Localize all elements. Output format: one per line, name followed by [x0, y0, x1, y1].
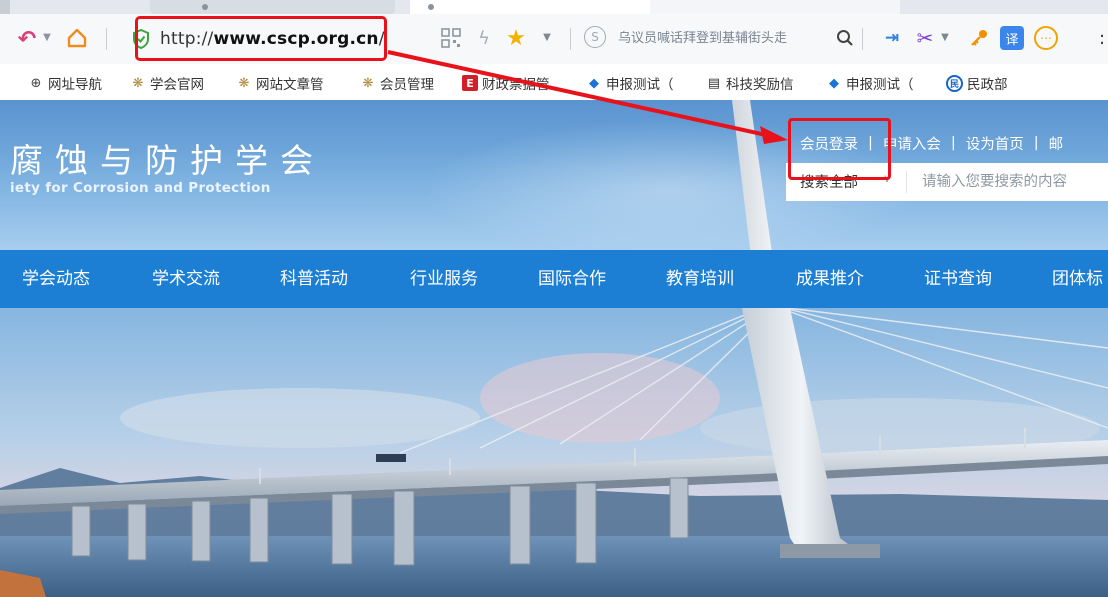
bookmarks-bar: ⊕ 网址导航 ❋ 学会官网 ❋ 网站文章管 ❋ 会员管理 E 财政票据管 ◆ 申报测试（ ▤… — [0, 64, 1108, 101]
bookmark-item[interactable]: ❋ 学会官网 — [130, 72, 204, 94]
toolbar-divider — [570, 28, 571, 50]
qr-code-icon[interactable] — [440, 27, 462, 49]
bookmark-item[interactable]: E 财政票据管 — [462, 72, 550, 94]
bookmark-label: 财政票据管 — [482, 77, 550, 93]
lightning-icon[interactable]: ϟ — [474, 26, 494, 50]
more-options-icon[interactable]: ⋯ — [1034, 26, 1058, 50]
login-highlight-box — [788, 118, 891, 180]
hero-banner-image — [0, 308, 1108, 597]
nav-item-international[interactable]: 国际合作 — [538, 267, 606, 291]
link-divider: | — [950, 135, 956, 151]
translate-icon[interactable]: 译 — [1000, 26, 1024, 50]
site-header: 腐蚀与防护学会 iety for Corrosion and Protectio… — [0, 100, 1108, 570]
site-title: 腐蚀与防护学会 — [10, 141, 325, 180]
bookmark-label: 学会官网 — [150, 77, 204, 93]
bookmark-item[interactable]: 民民政部 — [946, 72, 1008, 94]
bookmark-label: 会员管理 — [380, 77, 434, 93]
browser-tab-active[interactable] — [410, 0, 650, 14]
browser-tab-strip — [0, 0, 1108, 14]
search-divider — [906, 171, 907, 193]
diamond-icon: ◆ — [589, 75, 599, 91]
nav-item-society-news[interactable]: 学会动态 — [22, 267, 90, 291]
bookmark-item[interactable]: ◆ 申报测试（ — [586, 72, 674, 94]
overflow-icon[interactable]: : — [1096, 26, 1108, 50]
screenshot-root: ↶ ▼ http://www.cscp.org.cn/ ϟ ★ ▼ S 乌议员喊… — [0, 0, 1108, 597]
apply-membership-link[interactable]: 申请入会 — [883, 133, 941, 154]
bookmark-label: 申报测试（ — [846, 77, 914, 93]
e-badge-icon: E — [462, 75, 478, 91]
nav-item-achievements[interactable]: 成果推介 — [796, 267, 864, 291]
key-icon[interactable] — [966, 25, 992, 51]
site-subtitle: iety for Corrosion and Protection — [10, 180, 271, 196]
bookmark-item[interactable]: ⊕ 网址导航 — [28, 72, 102, 94]
search-engine-icon[interactable]: S — [584, 26, 606, 48]
flower-icon: ❋ — [362, 75, 374, 91]
diamond-icon: ◆ — [829, 75, 839, 91]
mail-link[interactable]: 邮 — [1049, 133, 1064, 154]
nav-item-certificate[interactable]: 证书查询 — [924, 267, 992, 291]
nav-item-science-pop[interactable]: 科普活动 — [280, 267, 348, 291]
flower-icon: ❋ — [238, 75, 250, 91]
nav-item-academic[interactable]: 学术交流 — [152, 267, 220, 291]
undo-back-icon[interactable]: ↶ — [14, 26, 40, 52]
browser-tab[interactable] — [150, 0, 395, 14]
flower-icon: ❋ — [132, 75, 144, 91]
chevron-down-icon[interactable]: ▼ — [938, 30, 952, 44]
bookmark-label: 民政部 — [967, 77, 1008, 93]
bookmark-label: 网址导航 — [48, 77, 102, 93]
search-icon[interactable] — [834, 26, 856, 50]
bookmark-item[interactable]: ❋ 网站文章管 — [236, 72, 324, 94]
browser-tab[interactable] — [650, 0, 900, 14]
main-nav: 学会动态 学术交流 科普活动 行业服务 国际合作 教育培训 成果推介 证书查询 … — [0, 250, 1108, 308]
site-search-input[interactable] — [922, 169, 1108, 195]
browser-tab[interactable] — [0, 0, 10, 14]
scissors-icon[interactable]: ✂ — [912, 25, 938, 51]
bookmark-label: 网站文章管 — [256, 77, 324, 93]
nav-item-education[interactable]: 教育培训 — [666, 267, 734, 291]
bookmark-label: 科技奖励信 — [726, 77, 794, 93]
toolbar-divider — [106, 28, 107, 50]
search-suggestion-text[interactable]: 乌议员喊话拜登到基辅街头走 — [618, 29, 828, 49]
link-divider: | — [1033, 135, 1039, 151]
set-homepage-link[interactable]: 设为首页 — [966, 133, 1024, 154]
chevron-down-icon[interactable]: ▼ — [40, 30, 54, 44]
home-icon[interactable] — [64, 25, 90, 51]
mz-badge-icon: 民 — [946, 74, 963, 92]
chevron-down-icon[interactable]: ▼ — [540, 30, 554, 44]
bookmark-item[interactable]: ▤ 科技奖励信 — [706, 72, 794, 94]
document-icon: ▤ — [707, 75, 721, 91]
bookmark-label: 申报测试（ — [606, 77, 674, 93]
bridge-scene-illustration — [0, 308, 1108, 597]
website-viewport: 腐蚀与防护学会 iety for Corrosion and Protectio… — [0, 100, 1108, 597]
url-highlight-box — [135, 16, 387, 61]
toolbar-divider — [862, 28, 863, 50]
favorite-star-icon[interactable]: ★ — [504, 25, 528, 51]
bookmark-item[interactable]: ❋ 会员管理 — [360, 72, 434, 94]
globe-icon: ⊕ — [30, 75, 42, 91]
nav-item-standards[interactable]: 团体标 — [1052, 267, 1103, 291]
bookmark-item[interactable]: ◆ 申报测试（ — [826, 72, 914, 94]
nav-item-industry[interactable]: 行业服务 — [410, 267, 478, 291]
login-exit-icon[interactable]: ⇥ — [880, 26, 904, 50]
